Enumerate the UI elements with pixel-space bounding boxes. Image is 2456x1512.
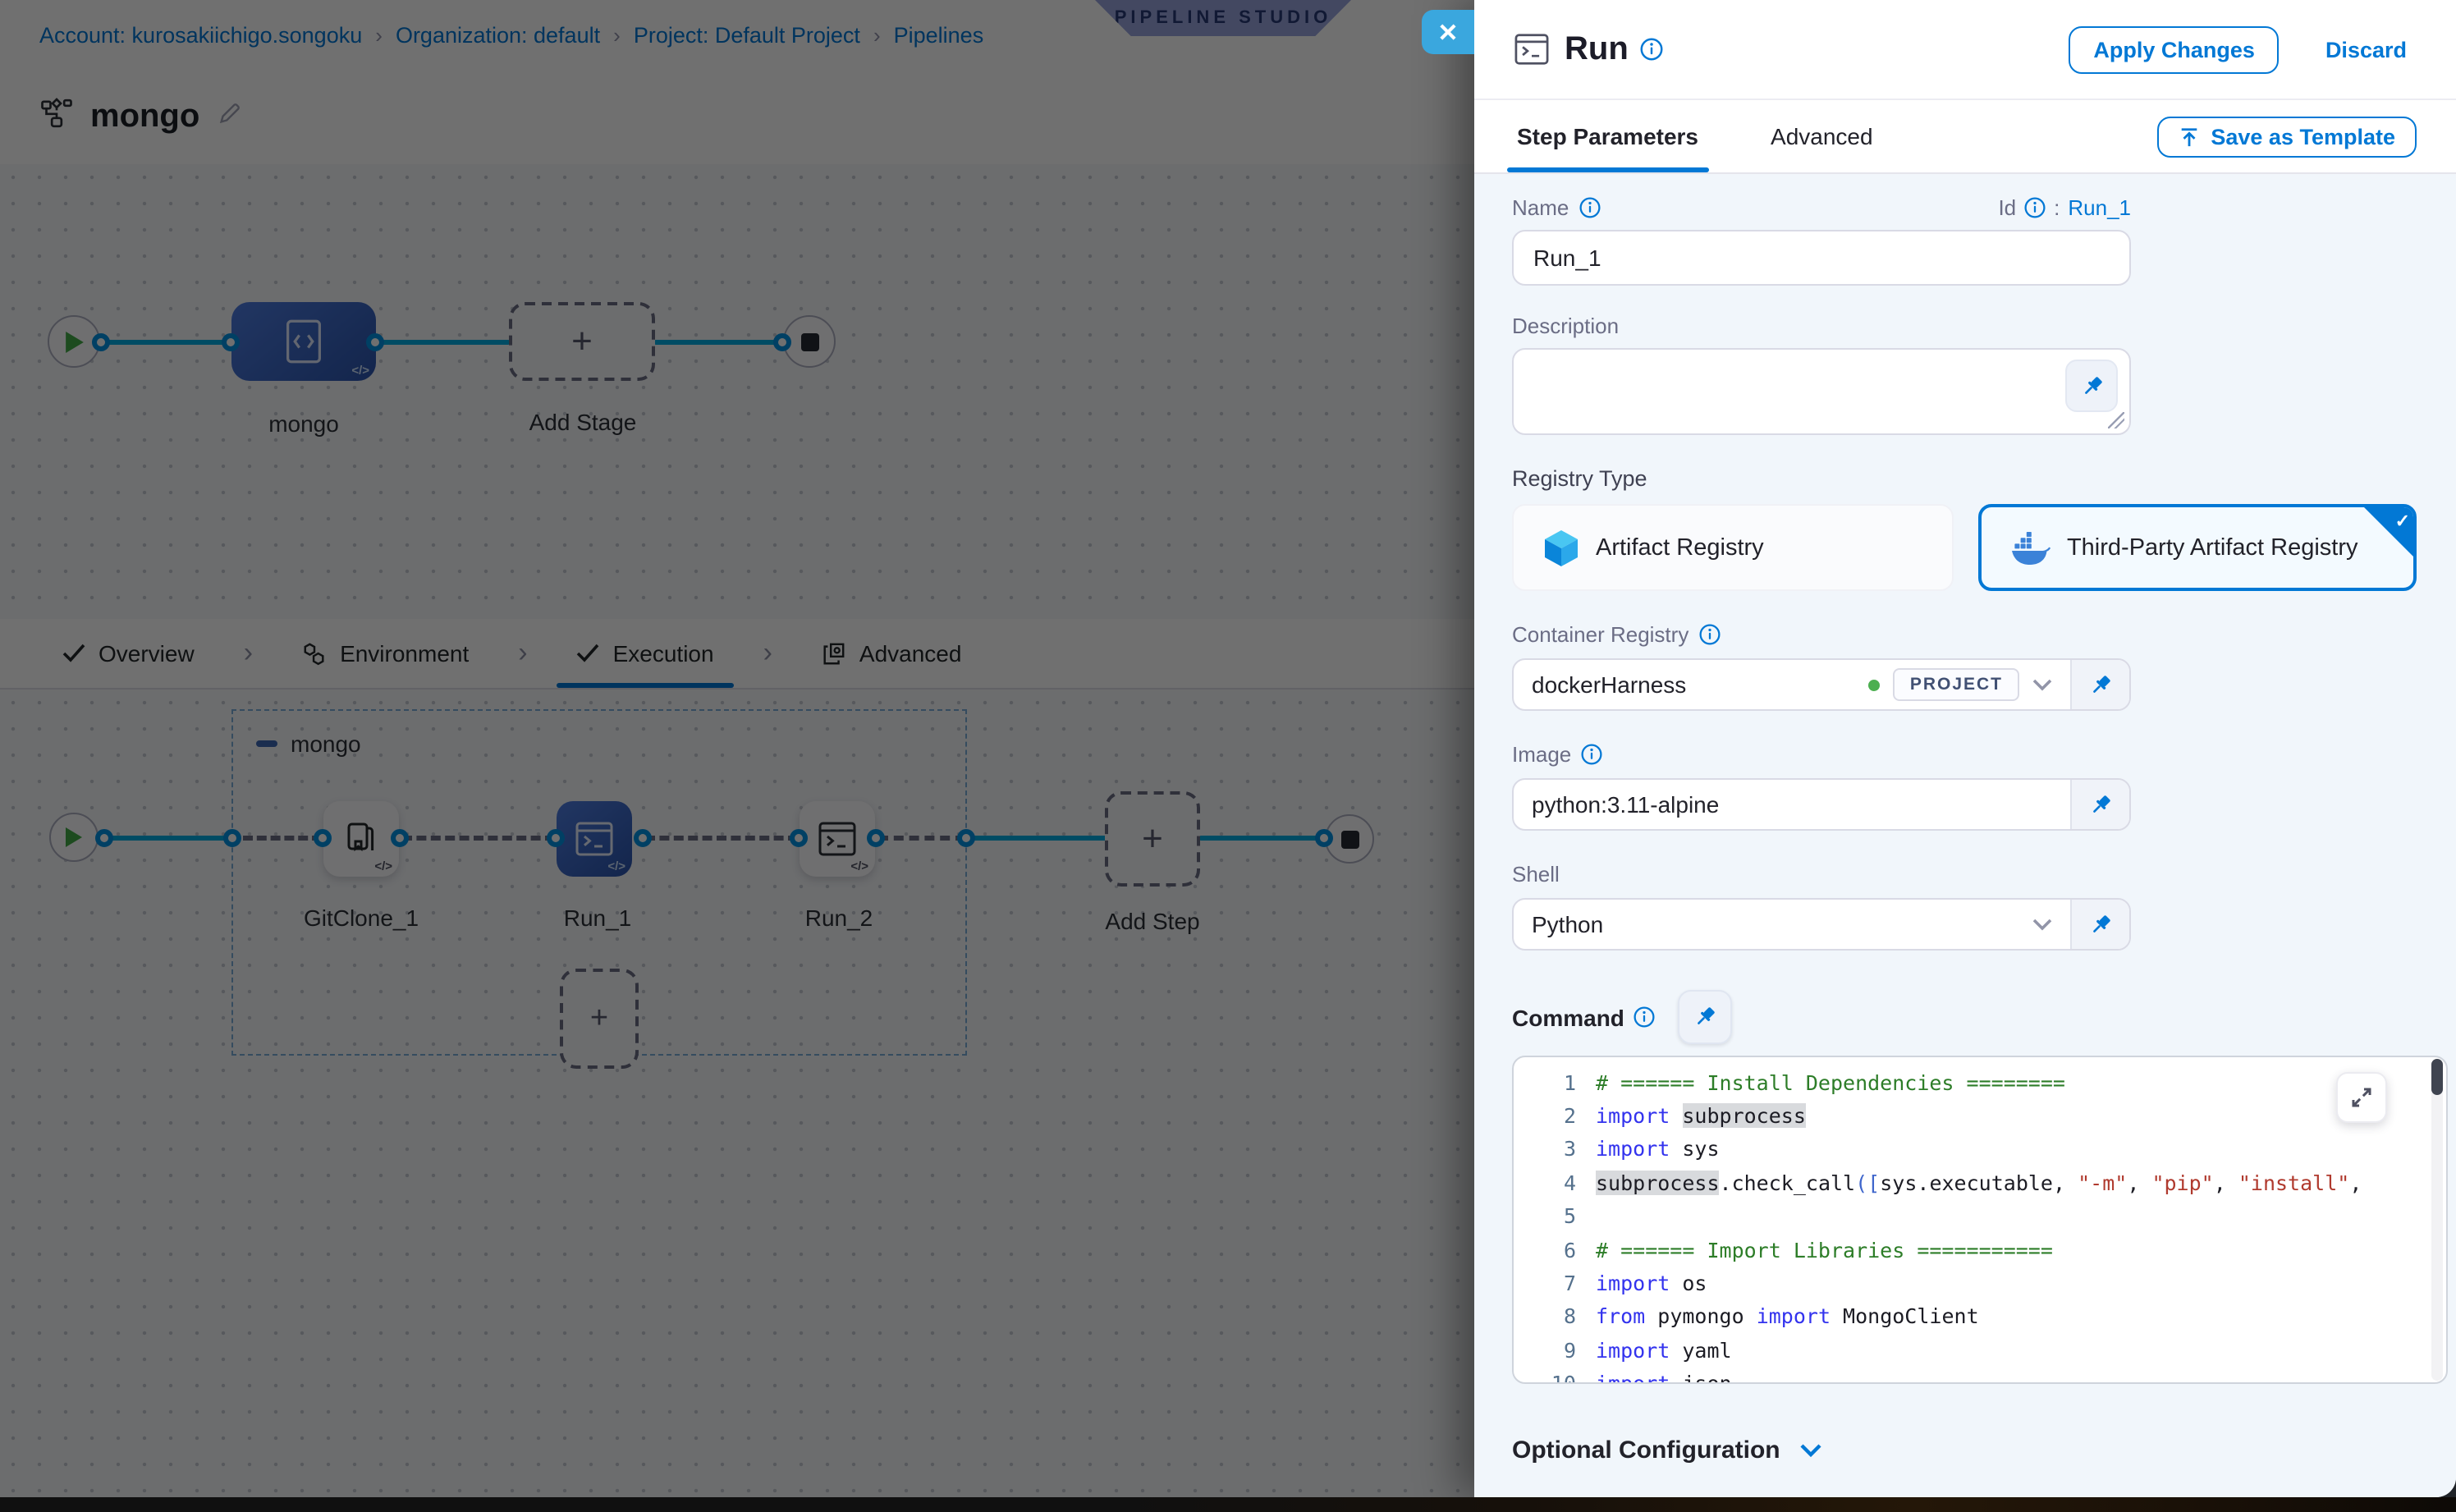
close-panel-button[interactable]: ✕ [1422,10,1474,54]
chevron-down-icon[interactable] [2032,678,2052,691]
tab-step-parameters[interactable]: Step Parameters [1514,100,1702,172]
bottom-system-bar [0,1497,2456,1512]
step-id-value[interactable]: Run_1 [2068,195,2131,220]
expand-icon [2351,1087,2372,1108]
command-code-editor[interactable]: 1# ====== Install Dependencies ========2… [1512,1056,2448,1384]
resize-grip[interactable] [2108,412,2124,428]
pin-icon [2088,672,2113,697]
container-registry-field: dockerHarness PROJECT [1512,658,2131,711]
upload-icon [2178,126,2199,147]
image-field: python:3.11-alpine [1512,778,2131,831]
container-registry-input[interactable]: dockerHarness PROJECT [1514,660,2070,709]
name-input[interactable]: Run_1 [1512,230,2131,286]
optional-configuration-toggle[interactable]: Optional Configuration [1512,1436,2417,1464]
pin-input-button[interactable] [2070,780,2129,829]
modal-dim-overlay[interactable] [0,0,1474,1497]
selected-corner-badge: ✓ [2364,507,2413,557]
description-label: Description [1512,314,2417,338]
pin-icon [2079,373,2104,398]
shell-field: Python [1512,898,2131,951]
discard-button[interactable]: Discard [2316,35,2417,63]
registry-option-artifact[interactable]: Artifact Registry [1512,504,1954,591]
panel-title: Run [1565,30,1629,68]
description-input[interactable] [1512,348,2131,435]
panel-header: Run Apply Changes Discard [1474,0,2456,100]
tab-panel-advanced[interactable]: Advanced [1767,100,1876,172]
info-icon[interactable] [1698,624,1720,645]
pipeline-studio: Account: kurosakiichigo.songoku› Organiz… [0,0,1474,1497]
shell-label: Shell [1512,862,2417,887]
apply-changes-button[interactable]: Apply Changes [2069,25,2280,73]
pin-icon [2088,912,2113,937]
step-config-panel: Run Apply Changes Discard Step Parameter… [1474,0,2456,1497]
chevron-down-icon[interactable] [2032,918,2052,931]
editor-scrollbar [2431,1059,2443,1381]
connector-status-dot [1869,679,1881,690]
docker-icon [2011,531,2050,564]
shell-select[interactable]: Python [1514,900,2070,949]
registry-option-third-party[interactable]: Third-Party Artifact Registry ✓ [1978,504,2417,591]
step-parameters-form: Name Id : Run_1 Run_1 Description Regist… [1474,174,2456,1497]
command-label: Command [1512,1004,1656,1030]
expand-editor-button[interactable] [2336,1072,2387,1123]
container-registry-label: Container Registry [1512,622,2417,647]
info-icon[interactable] [1579,197,1600,218]
info-icon[interactable] [1634,1006,1656,1028]
info-icon[interactable] [1640,38,1663,61]
info-icon[interactable] [1581,744,1602,765]
info-icon[interactable] [2024,197,2046,218]
name-label: Name [1512,195,1600,220]
step-id: Id : Run_1 [1998,195,2131,220]
pin-icon [2088,792,2113,817]
image-label: Image [1512,742,2417,767]
pin-icon [1693,1005,1718,1029]
check-icon: ✓ [2395,511,2410,532]
screen: Account: kurosakiichigo.songoku› Organiz… [0,0,2456,1512]
artifact-registry-icon [1543,528,1579,567]
pin-input-button[interactable] [1679,990,1733,1044]
pin-input-button[interactable] [2070,900,2129,949]
chevron-down-icon [1800,1443,1823,1458]
pin-input-button[interactable] [2065,360,2118,412]
panel-tabs: Step Parameters Advanced Save as Templat… [1474,100,2456,174]
terminal-icon [1514,33,1550,66]
command-code-lines: 1# ====== Install Dependencies ========2… [1514,1057,2446,1382]
scope-badge: PROJECT [1894,668,2019,701]
editor-scrollbar-thumb[interactable] [2431,1059,2443,1095]
image-input[interactable]: python:3.11-alpine [1514,780,2070,829]
registry-type-label: Registry Type [1512,466,2417,491]
save-as-template-button[interactable]: Save as Template [2156,116,2417,157]
pin-input-button[interactable] [2070,660,2129,709]
